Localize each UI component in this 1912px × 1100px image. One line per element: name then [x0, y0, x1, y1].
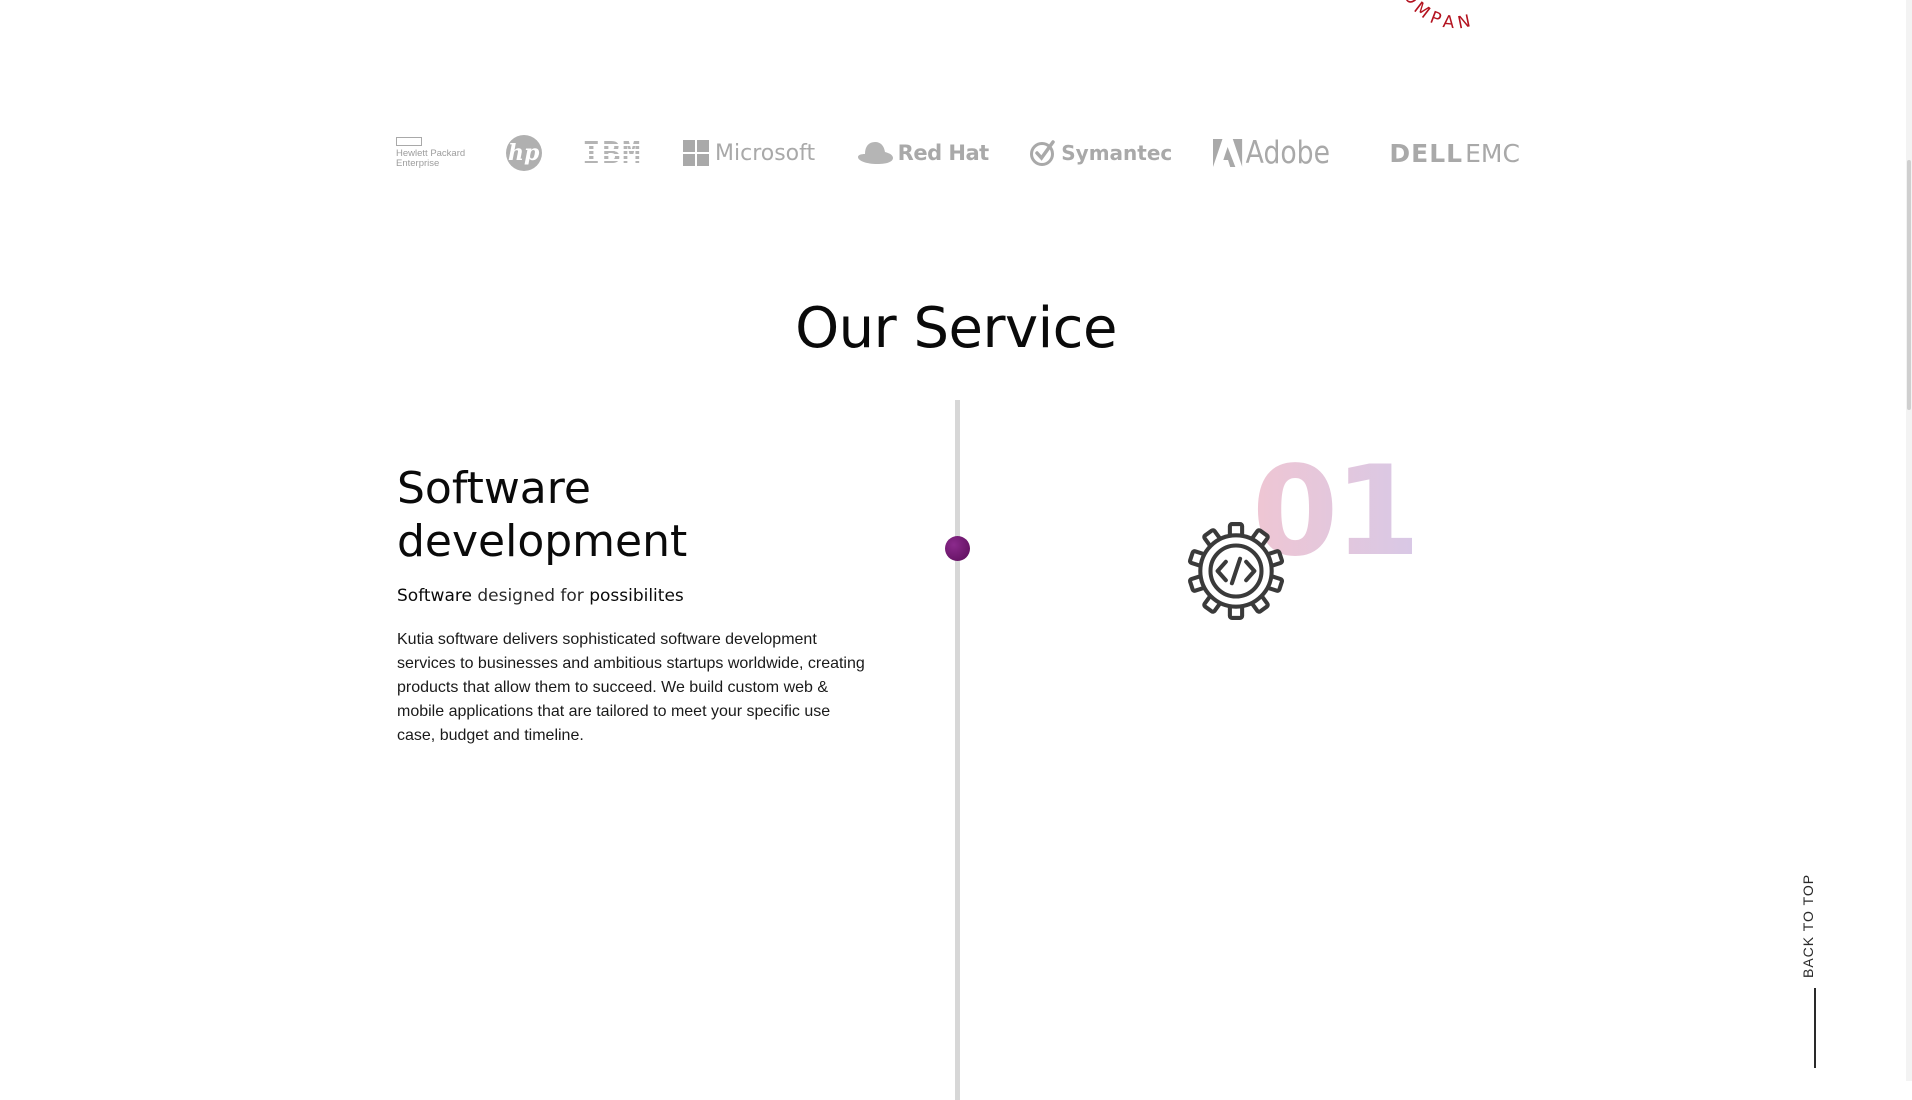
- timeline-line: [955, 400, 960, 1100]
- redhat-hat-icon: [857, 142, 893, 164]
- hp-logo-text: hp: [508, 140, 540, 166]
- subtitle-word1: Software: [397, 586, 472, 606]
- adobe-a-icon: [1212, 139, 1243, 167]
- service-description: Kutia software delivers sophisticated so…: [397, 631, 865, 744]
- partner-logos: Hewlett Packard Enterprise hp IBM Micros…: [396, 132, 1520, 174]
- timeline-dot[interactable]: [945, 536, 970, 561]
- back-to-top-link[interactable]: BACK TO TOP: [1800, 870, 1836, 1070]
- microsoft-logo: Microsoft: [683, 140, 815, 166]
- company-badge-text: COMPAN: [1393, 0, 1477, 34]
- scrollbar-thumb[interactable]: [1907, 160, 1911, 410]
- gear-code-icon: [1187, 522, 1285, 620]
- service-title: Software development: [397, 463, 688, 567]
- back-to-top-label: BACK TO TOP: [1800, 873, 1816, 978]
- redhat-logo: Red Hat: [856, 140, 989, 166]
- ibm-logo-text: IBM: [582, 135, 643, 171]
- hpe-logo: Hewlett Packard Enterprise: [396, 137, 465, 169]
- hp-logo: hp: [505, 135, 542, 171]
- emc-logo-text: EMC: [1465, 138, 1520, 168]
- adobe-logo: Adobe: [1212, 135, 1330, 171]
- subtitle-word2: possibilites: [589, 586, 684, 606]
- section-title: Our Service: [795, 296, 1117, 361]
- ibm-logo: IBM: [582, 136, 642, 171]
- hpe-logo-line2: Enterprise: [396, 158, 440, 169]
- dellemc-logo: DELL EMC: [1389, 139, 1520, 168]
- service-subtitle: Software designed for possibilites: [397, 586, 684, 606]
- subtitle-middle: designed for: [471, 586, 590, 606]
- dell-logo-text: DELL: [1389, 138, 1464, 168]
- symantec-check-icon: [1030, 140, 1056, 166]
- microsoft-grid-icon: [683, 140, 709, 166]
- redhat-logo-text: Red Hat: [897, 141, 990, 165]
- microsoft-logo-text: Microsoft: [715, 140, 816, 166]
- company-badge-arc: COMPAN: [1393, 0, 1477, 34]
- symantec-logo-text: Symantec: [1061, 141, 1173, 165]
- adobe-logo-text: Adobe: [1245, 135, 1330, 171]
- back-to-top-line: [1814, 988, 1816, 1068]
- symantec-logo: Symantec: [1029, 139, 1172, 167]
- hpe-box-icon: [396, 137, 422, 146]
